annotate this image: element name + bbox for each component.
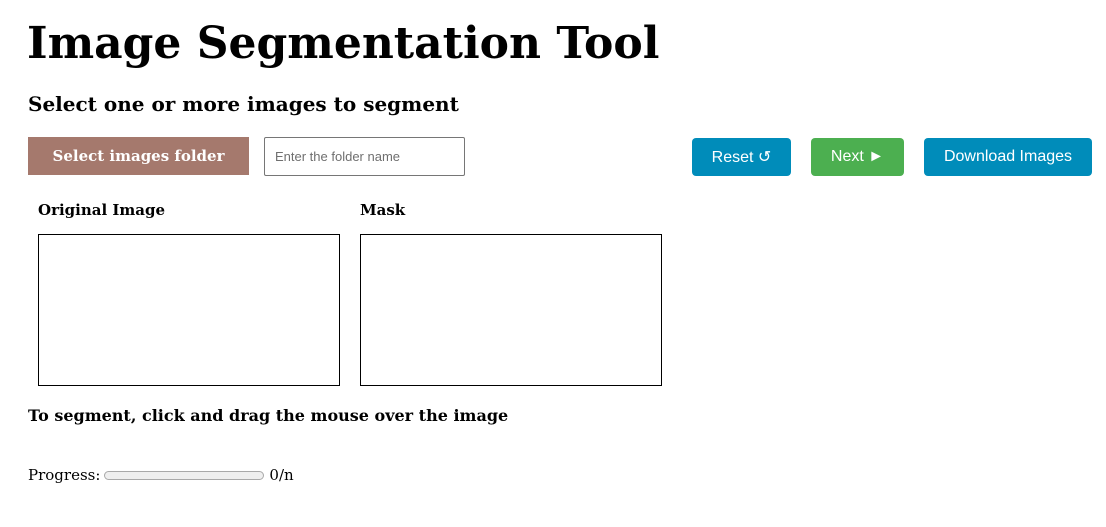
page-subtitle: Select one or more images to segment — [28, 92, 459, 116]
segmentation-instructions: To segment, click and drag the mouse ove… — [28, 406, 509, 425]
original-image-canvas[interactable] — [38, 234, 340, 386]
progress-count: 0/n — [269, 466, 294, 484]
mask-label: Mask — [360, 201, 406, 219]
folder-name-input[interactable] — [264, 137, 465, 176]
next-button[interactable]: Next ► — [811, 138, 904, 176]
download-images-button[interactable]: Download Images — [924, 138, 1092, 176]
original-image-label: Original Image — [38, 201, 166, 219]
select-folder-button[interactable]: Select images folder — [28, 137, 249, 175]
page-title: Image Segmentation Tool — [27, 18, 660, 69]
mask-canvas[interactable] — [360, 234, 662, 386]
reset-button[interactable]: Reset ↺ — [692, 138, 791, 176]
progress-section: Progress: 0/n — [28, 465, 294, 485]
progress-label: Progress: — [28, 466, 101, 484]
progress-bar — [104, 470, 265, 480]
